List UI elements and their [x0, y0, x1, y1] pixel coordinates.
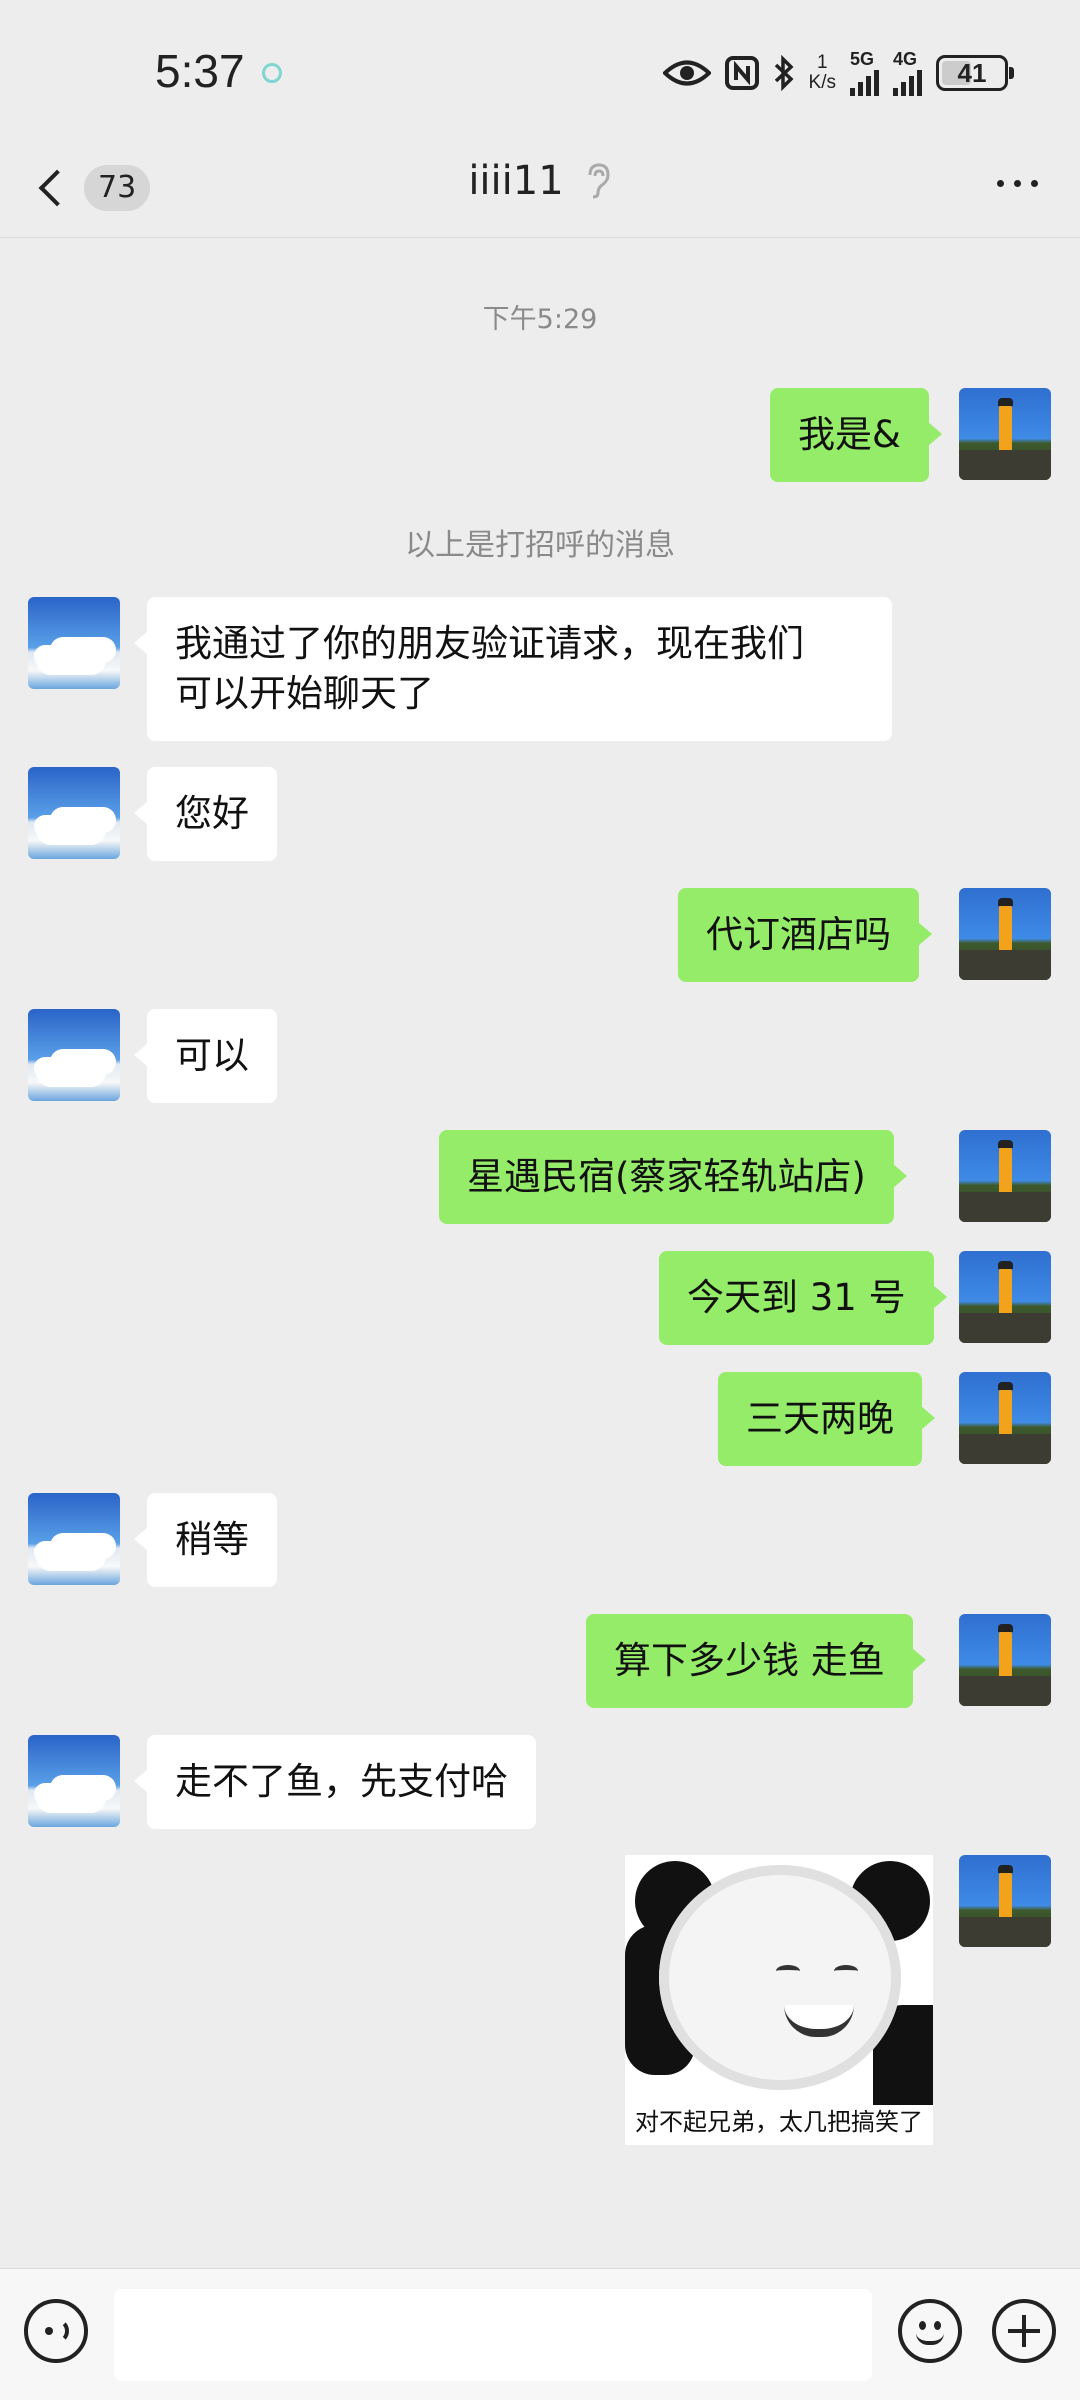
message-line: 我通过了你的朋友验证请求，现在我们	[175, 622, 804, 665]
battery-level: 41	[957, 57, 987, 88]
voice-icon	[41, 2316, 71, 2346]
battery-icon: 41	[936, 55, 1014, 91]
message-bubble-sent[interactable]: 今天到 31 号	[659, 1251, 947, 1345]
contact-name: iiii11	[468, 158, 564, 204]
dot-icon	[1014, 180, 1021, 187]
message-bubble-received[interactable]: 我通过了你的朋友验证请求，现在我们 可以开始聊天了	[134, 597, 892, 741]
sig1-label: 5G	[850, 49, 875, 69]
message-line: 可以开始聊天了	[175, 672, 434, 715]
my-avatar[interactable]	[959, 1372, 1051, 1464]
eye-icon	[662, 60, 711, 86]
message-bubble-sent[interactable]: 三天两晚	[718, 1372, 935, 1466]
message-bubble-received[interactable]: 稍等	[134, 1493, 277, 1587]
message-timestamp: 下午5:29	[482, 304, 598, 335]
message-bubble-received[interactable]: 可以	[134, 1009, 277, 1103]
message-bubble-sent[interactable]: 算下多少钱 走鱼	[586, 1614, 926, 1708]
emoji-icon	[902, 2303, 958, 2359]
my-avatar[interactable]	[959, 1251, 1051, 1343]
my-avatar[interactable]	[959, 1614, 1051, 1706]
my-avatar[interactable]	[959, 1855, 1051, 1947]
message-bubble-sent[interactable]: 我是&	[770, 388, 942, 482]
greeting-note: 以上是打招呼的消息	[405, 528, 675, 563]
my-avatar[interactable]	[959, 888, 1051, 980]
dot-icon	[997, 180, 1004, 187]
input-bar	[0, 2268, 1080, 2400]
more-options-button[interactable]	[997, 180, 1038, 187]
emoji-button[interactable]	[898, 2299, 962, 2363]
message-input[interactable]	[114, 2289, 872, 2381]
status-icons: 1 K/s 5G 4G 41	[662, 48, 1014, 98]
ear-icon	[588, 163, 610, 199]
panda-face-graphic	[659, 1865, 901, 2090]
contact-avatar[interactable]	[28, 1493, 120, 1585]
sticker-caption: 对不起兄弟，太几把搞笑了	[635, 2108, 923, 2136]
chat-header: 73 iiii11	[0, 140, 1080, 238]
more-functions-button[interactable]	[992, 2299, 1056, 2363]
sticker-message[interactable]: 对不起兄弟，太几把搞笑了	[625, 1855, 933, 2145]
my-avatar[interactable]	[959, 388, 1051, 480]
dot-icon	[1031, 180, 1038, 187]
signal-5g-icon: 5G	[850, 50, 879, 96]
signal-4g-icon: 4G	[893, 50, 922, 96]
notification-dot-icon	[262, 63, 282, 83]
network-speed: 1 K/s	[809, 53, 836, 93]
speed-unit: K/s	[808, 72, 836, 93]
status-bar: 5:37 1 K/s 5G 4G 41	[0, 0, 1080, 140]
contact-avatar[interactable]	[28, 1009, 120, 1101]
contact-avatar[interactable]	[28, 597, 120, 689]
bluetooth-icon	[774, 55, 794, 91]
message-bubble-received[interactable]: 走不了鱼，先支付哈	[134, 1735, 536, 1829]
message-bubble-sent[interactable]: 星遇民宿(蔡家轻轨站店)	[439, 1130, 907, 1224]
nfc-icon	[724, 56, 759, 90]
voice-button[interactable]	[24, 2299, 88, 2363]
contact-avatar[interactable]	[28, 767, 120, 859]
chat-title[interactable]: iiii11	[0, 158, 1080, 204]
clock: 5:37	[155, 45, 245, 97]
my-avatar[interactable]	[959, 1130, 1051, 1222]
speed-value: 1	[816, 52, 828, 73]
contact-avatar[interactable]	[28, 1735, 120, 1827]
sig2-label: 4G	[893, 49, 918, 69]
message-bubble-received[interactable]: 您好	[134, 767, 277, 861]
plus-icon	[1008, 2315, 1040, 2347]
message-bubble-sent[interactable]: 代订酒店吗	[678, 888, 932, 982]
